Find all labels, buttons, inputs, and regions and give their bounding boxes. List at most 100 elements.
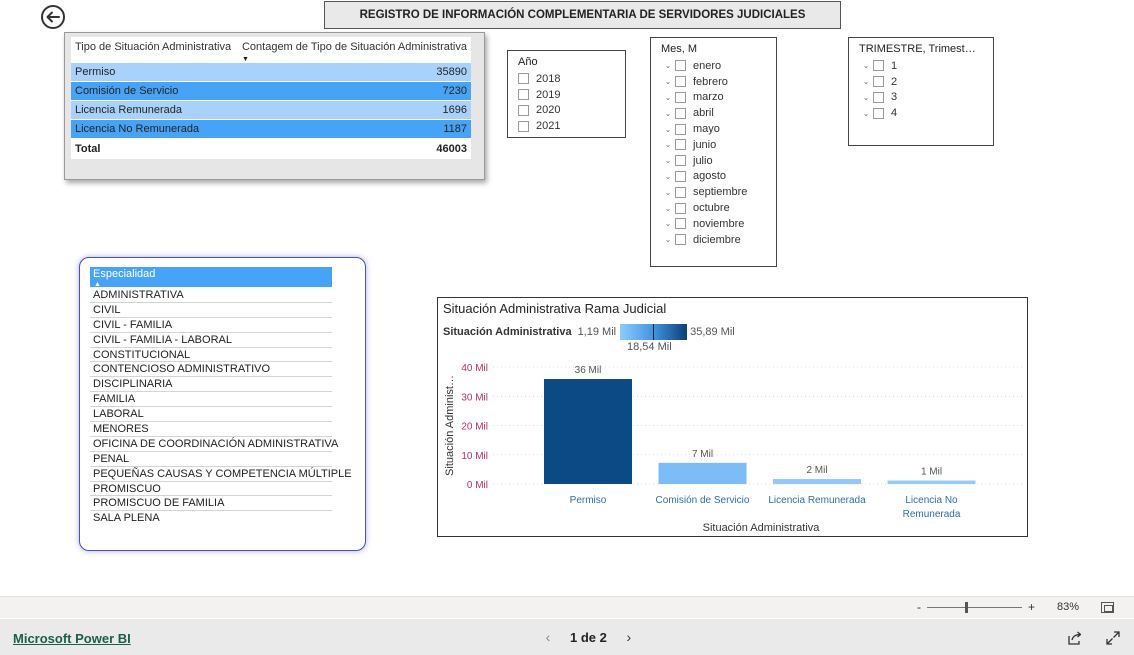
chevron-down-icon[interactable]: ⌄ (661, 172, 675, 181)
bar[interactable] (544, 379, 632, 484)
especialidad-header[interactable]: Especialidad ▲ (90, 267, 332, 288)
zoom-in-button[interactable]: + (1028, 600, 1035, 614)
zoom-slider-thumb[interactable] (964, 601, 968, 613)
chevron-down-icon[interactable]: ⌄ (859, 109, 873, 118)
month-item[interactable]: ⌄ septiembre (661, 184, 776, 200)
month-item[interactable]: ⌄ marzo (661, 90, 776, 106)
quarter-item[interactable]: ⌄ 2 (859, 74, 993, 90)
especialidad-item[interactable]: OFICINA DE COORDINACIÓN ADMINISTRATIVA (90, 437, 338, 452)
month-item[interactable]: ⌄ enero (661, 58, 776, 74)
table-cell-value: 1187 (443, 123, 467, 135)
checkbox[interactable] (675, 60, 686, 72)
month-item[interactable]: ⌄ noviembre (661, 216, 776, 232)
checkbox[interactable] (675, 155, 686, 167)
checkbox[interactable] (518, 104, 529, 116)
checkbox[interactable] (675, 76, 686, 88)
especialidad-item[interactable]: CIVIL - FAMILIA - LABORAL (90, 333, 332, 348)
chevron-down-icon[interactable]: ⌄ (661, 77, 675, 86)
checkbox[interactable] (675, 139, 686, 151)
quarter-item[interactable]: ⌄ 4 (859, 105, 993, 121)
table-row[interactable]: Licencia No Remunerada 1187 (71, 120, 471, 139)
table-total-row: Total 46003 (71, 139, 471, 159)
table-header: Tipo de Situación Administrativa Contage… (71, 37, 471, 63)
checkbox[interactable] (518, 73, 529, 85)
chevron-down-icon[interactable]: ⌄ (661, 125, 675, 134)
table-total-label: Total (75, 142, 101, 155)
checkbox[interactable] (675, 170, 686, 182)
especialidad-item[interactable]: CIVIL - FAMILIA (90, 318, 332, 333)
especialidad-item[interactable]: PEQUEÑAS CAUSAS Y COMPETENCIA MÚLTIPLE (90, 467, 352, 482)
table-row[interactable]: Licencia Remunerada 1696 (71, 101, 471, 120)
month-item[interactable]: ⌄ julio (661, 153, 776, 169)
month-item[interactable]: ⌄ abril (661, 105, 776, 121)
month-item[interactable]: ⌄ agosto (661, 169, 776, 185)
month-item[interactable]: ⌄ febrero (661, 74, 776, 90)
chevron-down-icon[interactable]: ⌄ (661, 109, 675, 118)
month-item[interactable]: ⌄ octubre (661, 200, 776, 216)
month-item[interactable]: ⌄ mayo (661, 121, 776, 137)
checkbox[interactable] (518, 120, 529, 132)
especialidad-item[interactable]: MENORES (90, 422, 332, 437)
checkbox[interactable] (675, 218, 686, 230)
table-row[interactable]: Comisión de Servicio 7230 (71, 82, 471, 101)
checkbox[interactable] (675, 91, 686, 103)
zoom-out-button[interactable]: - (917, 600, 921, 614)
table-col1-header[interactable]: Tipo de Situación Administrativa (71, 37, 239, 63)
especialidad-item[interactable]: DISCIPLINARIA (90, 377, 332, 393)
chevron-down-icon[interactable]: ⌄ (661, 140, 675, 149)
especialidad-item[interactable]: SALA PLENA (90, 511, 332, 526)
chevron-down-icon[interactable]: ⌄ (859, 93, 873, 102)
fullscreen-icon[interactable] (1105, 630, 1121, 646)
bar[interactable] (773, 479, 861, 484)
especialidad-item[interactable]: PROMISCUO DE FAMILIA (90, 496, 332, 512)
year-item[interactable]: 2019 (518, 87, 625, 103)
checkbox[interactable] (675, 234, 686, 246)
especialidad-item[interactable]: CONTENCIOSO ADMINISTRATIVO (90, 362, 332, 378)
especialidad-item[interactable]: PROMISCUO (90, 482, 332, 497)
chevron-down-icon[interactable]: ⌄ (661, 93, 675, 102)
chevron-down-icon[interactable]: ⌄ (661, 61, 675, 70)
chevron-down-icon[interactable]: ⌄ (661, 219, 675, 228)
share-icon[interactable] (1067, 630, 1083, 646)
chevron-down-icon[interactable]: ⌄ (661, 188, 675, 197)
bar[interactable] (887, 480, 976, 484)
chevron-down-icon[interactable]: ⌄ (661, 235, 675, 244)
checkbox[interactable] (675, 107, 686, 119)
month-item[interactable]: ⌄ diciembre (661, 232, 776, 248)
chevron-down-icon[interactable]: ⌄ (661, 156, 675, 165)
chevron-down-icon[interactable]: ⌄ (859, 77, 873, 86)
checkbox[interactable] (873, 91, 884, 103)
year-item[interactable]: 2018 (518, 71, 625, 87)
checkbox[interactable] (873, 107, 884, 119)
checkbox[interactable] (518, 89, 529, 101)
bar[interactable] (658, 462, 747, 484)
especialidad-item[interactable]: LABORAL (90, 407, 332, 423)
quarter-item[interactable]: ⌄ 1 (859, 58, 993, 74)
zoom-slider[interactable] (926, 601, 1022, 613)
table-col2-header[interactable]: Contagem de Tipo de Situación Administra… (239, 37, 471, 63)
checkbox[interactable] (873, 60, 884, 72)
back-arrow-icon[interactable] (40, 4, 66, 30)
footer: Microsoft Power BI ‹ 1 de 2 › (0, 619, 1134, 655)
checkbox[interactable] (675, 202, 686, 214)
especialidad-item[interactable]: CONSTITUCIONAL (90, 348, 332, 363)
chevron-down-icon[interactable]: ⌄ (859, 61, 873, 70)
fit-to-page-icon[interactable] (1101, 602, 1114, 613)
especialidad-item[interactable]: CIVIL (90, 303, 332, 318)
checkbox[interactable] (675, 186, 686, 198)
checkbox[interactable] (675, 123, 686, 135)
chevron-down-icon[interactable]: ⌄ (661, 204, 675, 213)
especialidad-item[interactable]: ADMINISTRATIVA (90, 288, 332, 303)
power-bi-link[interactable]: Microsoft Power BI (13, 631, 131, 646)
year-slicer: Año 2018 2019 2020 2021 (507, 50, 626, 138)
month-item[interactable]: ⌄ junio (661, 137, 776, 153)
previous-page-button[interactable]: ‹ (538, 629, 558, 645)
especialidad-item[interactable]: PENAL (90, 452, 332, 467)
table-row[interactable]: Permiso 35890 (71, 63, 471, 82)
quarter-item[interactable]: ⌄ 3 (859, 90, 993, 106)
year-item[interactable]: 2021 (518, 118, 625, 134)
year-item[interactable]: 2020 (518, 103, 625, 119)
especialidad-item[interactable]: FAMILIA (90, 392, 332, 408)
next-page-button[interactable]: › (619, 629, 639, 645)
checkbox[interactable] (873, 76, 884, 88)
